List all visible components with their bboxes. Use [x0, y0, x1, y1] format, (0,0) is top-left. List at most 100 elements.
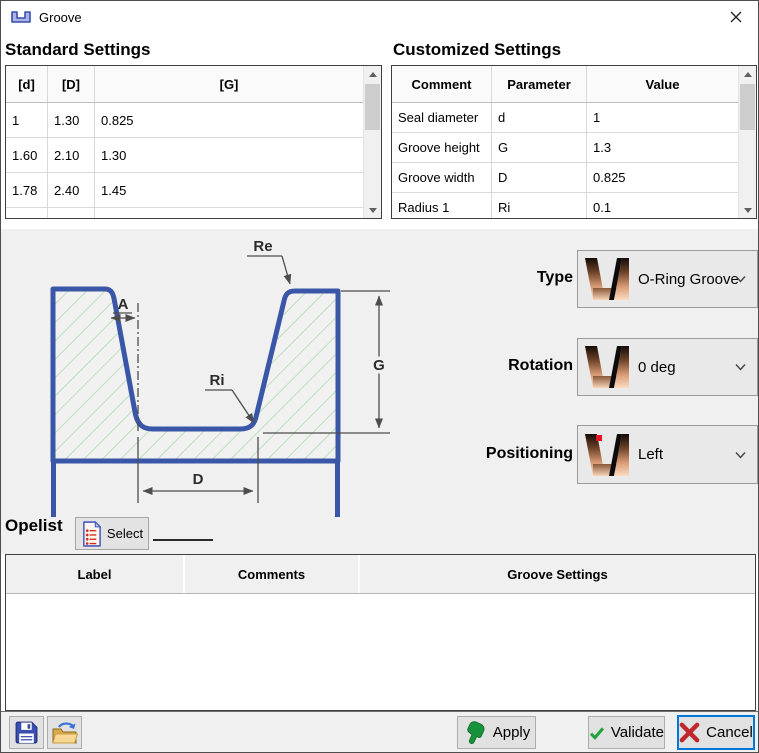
column-header-parameter: Parameter	[492, 66, 587, 102]
cell-parameter: d	[492, 103, 587, 132]
rotation-value: 0 deg	[638, 359, 676, 376]
title-bar: Groove	[1, 1, 758, 33]
dim-label-D: D	[193, 471, 204, 488]
customized-table-header: Comment Parameter Value	[392, 66, 738, 103]
cell-value[interactable]: 1.3	[587, 133, 738, 162]
column-header-groove-settings: Groove Settings	[360, 555, 755, 593]
standard-table-row[interactable]: 1.78 2.40 1.45	[6, 173, 363, 208]
customized-settings-heading: Customized Settings	[393, 40, 561, 60]
open-folder-icon	[51, 721, 78, 745]
validate-button[interactable]: Validate	[588, 716, 665, 749]
scroll-up-icon[interactable]	[364, 66, 381, 82]
column-header-G: [G]	[95, 66, 363, 102]
chevron-down-icon	[735, 451, 746, 458]
cell-comment: Groove height	[392, 133, 492, 162]
groove-type-preview-icon	[583, 257, 631, 301]
opelist-table-header: Label Comments Groove Settings	[6, 555, 755, 594]
standard-table-row[interactable]: 1.60 2.10 1.30	[6, 138, 363, 173]
position-marker-dot	[596, 435, 602, 441]
cell-G: 1.55	[95, 208, 363, 218]
hand-pointer-icon	[463, 721, 487, 745]
open-button[interactable]	[47, 716, 82, 749]
save-icon	[14, 720, 39, 745]
cell-D: 1.30	[48, 103, 95, 137]
standard-table-row[interactable]: 1 1.30 0.825	[6, 103, 363, 138]
apply-button-label: Apply	[493, 724, 531, 741]
standard-table-scrollbar[interactable]	[363, 66, 381, 218]
dim-label-Ri: Ri	[210, 372, 225, 389]
standard-settings-heading: Standard Settings	[5, 40, 150, 60]
groove-app-icon	[10, 9, 32, 25]
opelist-heading: Opelist	[5, 516, 63, 536]
cell-parameter: Ri	[492, 193, 587, 218]
dim-label-A: A	[118, 296, 129, 313]
scrollbar-thumb[interactable]	[365, 84, 380, 130]
cell-d: 1.60	[6, 138, 48, 172]
chevron-down-icon	[735, 276, 746, 283]
cell-comment: Radius 1	[392, 193, 492, 218]
positioning-value: Left	[638, 446, 663, 463]
cross-icon	[679, 722, 700, 743]
customized-table-row[interactable]: Groove width D 0.825	[392, 163, 738, 193]
apply-button[interactable]: Apply	[457, 716, 536, 749]
middle-panel: G D A Re Ri	[1, 229, 759, 554]
cell-parameter: D	[492, 163, 587, 192]
window-title: Groove	[39, 10, 82, 25]
groove-cross-section	[53, 289, 338, 461]
column-header-comments: Comments	[185, 555, 360, 593]
cell-comment: Seal diameter	[392, 103, 492, 132]
customized-settings-table: Comment Parameter Value Seal diameter d …	[391, 65, 757, 219]
standard-table-header: [d] [D] [G]	[6, 66, 363, 103]
cell-value[interactable]: 0.825	[587, 163, 738, 192]
close-button[interactable]	[713, 1, 758, 32]
cell-d: 1.78	[6, 173, 48, 207]
scroll-down-icon[interactable]	[364, 202, 381, 218]
cell-comment: Groove width	[392, 163, 492, 192]
groove-diagram: G D A Re Ri	[1, 229, 401, 529]
customized-table-scrollbar[interactable]	[738, 66, 756, 218]
column-header-D: [D]	[48, 66, 95, 102]
chevron-down-icon	[735, 364, 746, 371]
opelist-table: Label Comments Groove Settings	[5, 554, 756, 711]
customized-table-row[interactable]: Groove height G 1.3	[392, 133, 738, 163]
cancel-button[interactable]: Cancel	[677, 715, 755, 750]
cell-D: 2.10	[48, 138, 95, 172]
standard-table-row[interactable]: 1.90 2.50 1.55	[6, 208, 363, 218]
scrollbar-thumb[interactable]	[740, 84, 755, 130]
dim-label-Re: Re	[253, 238, 272, 255]
cell-D: 2.50	[48, 208, 95, 218]
close-icon	[730, 11, 742, 23]
cell-d: 1.90	[6, 208, 48, 218]
cell-D: 2.40	[48, 173, 95, 207]
type-dropdown[interactable]: O-Ring Groove	[577, 250, 758, 308]
scroll-up-icon[interactable]	[739, 66, 756, 82]
footer-bar: Apply Validate Cancel	[1, 711, 759, 753]
column-header-d: [d]	[6, 66, 48, 102]
groove-rotation-preview-icon	[583, 345, 631, 389]
cell-parameter: G	[492, 133, 587, 162]
cell-G: 0.825	[95, 103, 363, 137]
cell-G: 1.30	[95, 138, 363, 172]
column-header-label: Label	[6, 555, 185, 593]
cell-G: 1.45	[95, 173, 363, 207]
validate-button-label: Validate	[611, 724, 664, 741]
groove-positioning-preview-icon	[583, 433, 631, 477]
check-icon	[589, 722, 605, 744]
column-header-value: Value	[587, 66, 738, 102]
rotation-label: Rotation	[381, 357, 573, 375]
positioning-label: Positioning	[381, 445, 573, 463]
positioning-dropdown[interactable]: Left	[577, 425, 758, 484]
cell-value[interactable]: 1	[587, 103, 738, 132]
save-button[interactable]	[9, 716, 44, 749]
type-value: O-Ring Groove	[638, 271, 739, 288]
customized-table-row[interactable]: Seal diameter d 1	[392, 103, 738, 133]
groove-dialog: Groove Standard Settings Customized Sett…	[0, 0, 759, 753]
cell-value[interactable]: 0.1	[587, 193, 738, 218]
scroll-down-icon[interactable]	[739, 202, 756, 218]
task-list-icon	[81, 521, 102, 547]
customized-table-row[interactable]: Radius 1 Ri 0.1	[392, 193, 738, 218]
opelist-select-button[interactable]: Select	[75, 517, 149, 550]
rotation-dropdown[interactable]: 0 deg	[577, 338, 758, 396]
cell-d: 1	[6, 103, 48, 137]
cancel-button-label: Cancel	[706, 724, 753, 741]
